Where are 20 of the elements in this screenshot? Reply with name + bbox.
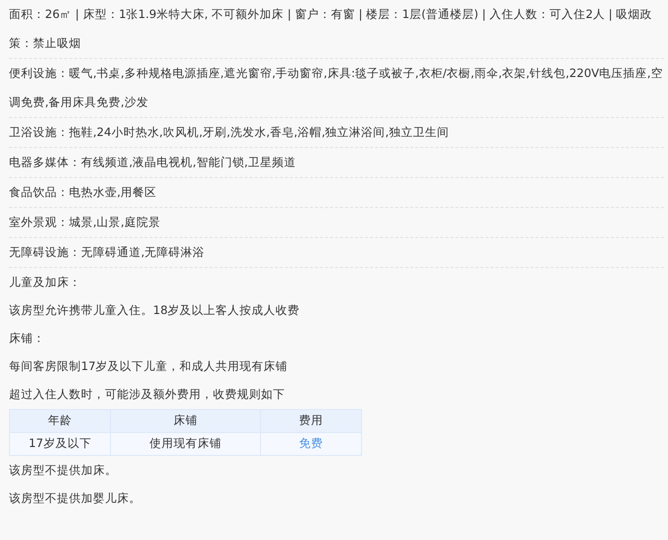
policy-text: 超过入住人数时，可能涉及额外费用，收费规则如下 bbox=[9, 386, 286, 403]
policy-text: 儿童及加床： bbox=[9, 274, 82, 291]
policy-text: 床铺： bbox=[9, 330, 46, 347]
column-header: 年龄 bbox=[10, 410, 110, 432]
table-cell: 17岁及以下 bbox=[10, 432, 110, 456]
note-text: 该房型不提供加床。 bbox=[9, 462, 118, 479]
detail-text: 电器多媒体：有线频道,液晶电视机,智能门锁,卫星频道 bbox=[9, 154, 297, 171]
column-header: 床铺 bbox=[110, 410, 260, 432]
detail-text: 面积：26㎡ | 床型：1张1.9米特大床, 不可额外加床 | 窗户：有窗 | 楼层：1层(普通楼层) | 入住人数：可入住2人 | 吸烟政策：禁止吸烟 bbox=[9, 6, 654, 52]
fee-link[interactable]: 免费 bbox=[260, 432, 362, 456]
policy-text: 该房型允许携带儿童入住。18岁及以上客人按成人收费 bbox=[9, 302, 301, 319]
detail-text: 室外景观：城景,山景,庭院景 bbox=[9, 214, 162, 231]
table-cell: 使用现有床铺 bbox=[110, 432, 260, 456]
detail-text: 食品饮品：电热水壶,用餐区 bbox=[9, 184, 158, 201]
detail-text: 无障碍设施：无障碍通道,无障碍淋浴 bbox=[9, 244, 206, 261]
detail-text: 卫浴设施：拖鞋,24小时热水,吹风机,牙刷,洗发水,香皂,浴帽,独立淋浴间,独立卫生间 bbox=[9, 124, 450, 141]
note-text: 该房型不提供加婴儿床。 bbox=[9, 490, 142, 507]
column-header: 费用 bbox=[260, 410, 362, 432]
policy-text: 每间客房限制17岁及以下儿童，和成人共用现有床铺 bbox=[9, 358, 289, 375]
detail-text: 便利设施：暖气,书桌,多种规格电源插座,遮光窗帘,手动窗帘,床具:毯子或被子,衣柜/衣橱,雨伞,衣架,针线包,220V电压插座,空调免费,备用床具免费,沙发 bbox=[9, 65, 664, 111]
